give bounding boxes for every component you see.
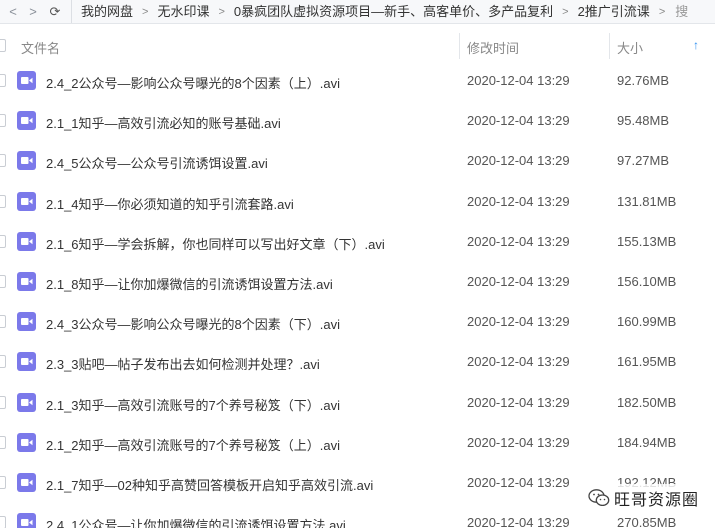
file-name[interactable]: 2.1_7知乎—02种知乎高赞回答模板开启知乎高效引流.avi (46, 475, 373, 494)
file-modified-time: 2020-12-04 13:29 (467, 394, 570, 410)
video-file-icon (17, 231, 36, 251)
breadcrumb: 我的网盘 > 无水印课 >0暴疯团队虚拟资源项目—新手、高客单价、多产品复利 >2推广引… (72, 0, 665, 23)
file-size: 155.13MB (617, 233, 677, 249)
breadcrumb-item[interactable]: 我的网盘 (72, 0, 142, 23)
forward-arrow-icon[interactable]: > (23, 0, 43, 23)
navigation-bar: < > ⟳ 我的网盘 > 无水印课 >0暴疯团队虚拟资源项目—新手、高客单价、多产品复… (0, 0, 715, 24)
breadcrumb-item[interactable]: 2推广引流课 (569, 0, 659, 23)
video-file-icon (17, 392, 36, 412)
refresh-icon[interactable]: ⟳ (45, 0, 65, 23)
file-name[interactable]: 2.4_3公众号—影响公众号曝光的8个因素（下）.avi (46, 314, 340, 333)
row-checkbox[interactable] (0, 435, 6, 449)
file-name[interactable]: 2.1_1知乎—高效引流必知的账号基础.avi (46, 113, 281, 132)
file-size: 270.85MB (617, 515, 677, 528)
row-checkbox[interactable] (0, 114, 6, 128)
wechat-logo-icon (588, 489, 610, 507)
column-header-modified[interactable]: 修改时间 (467, 38, 519, 57)
file-name[interactable]: 2.1_4知乎—你必须知道的知乎引流套路.avi (46, 194, 294, 213)
row-checkbox[interactable] (0, 395, 6, 409)
video-file-icon (17, 472, 36, 492)
file-modified-time: 2020-12-04 13:29 (467, 434, 570, 450)
breadcrumb-overflow-text: 搜 (675, 3, 689, 19)
file-row[interactable]: 2.4_3公众号—影响公众号曝光的8个因素（下）.avi 2020-12-04 1… (0, 302, 715, 342)
file-size: 184.94MB (617, 434, 677, 450)
column-header-name[interactable]: 文件名 (21, 38, 60, 57)
breadcrumb-item[interactable]: 0暴疯团队虚拟资源项目—新手、高客单价、多产品复利 (225, 0, 562, 23)
row-checkbox[interactable] (0, 154, 6, 168)
file-modified-time: 2020-12-04 13:29 (467, 515, 570, 528)
file-modified-time: 2020-12-04 13:29 (467, 113, 570, 129)
sort-ascending-icon[interactable]: ↑ (693, 38, 699, 52)
file-size: 182.50MB (617, 394, 677, 410)
file-list: 2.4_2公众号—影响公众号曝光的8个因素（上）.avi 2020-12-04 1… (0, 61, 715, 528)
row-checkbox[interactable] (0, 355, 6, 369)
file-row[interactable]: 2.4_2公众号—影响公众号曝光的8个因素（上）.avi 2020-12-04 1… (0, 61, 715, 101)
row-checkbox[interactable] (0, 315, 6, 329)
file-name[interactable]: 2.1_8知乎—让你加爆微信的引流诱饵设置方法.avi (46, 274, 333, 293)
column-divider[interactable] (609, 33, 610, 59)
file-row[interactable]: 2.1_4知乎—你必须知道的知乎引流套路.avi 2020-12-04 13:29… (0, 182, 715, 222)
file-name[interactable]: 2.4_2公众号—影响公众号曝光的8个因素（上）.avi (46, 73, 340, 92)
file-modified-time: 2020-12-04 13:29 (467, 73, 570, 88)
row-checkbox[interactable] (0, 74, 6, 87)
video-file-icon (17, 312, 36, 332)
file-name[interactable]: 2.4_1公众号—让你加爆微信的引流诱饵设置方法.avi (46, 515, 346, 528)
file-size: 131.81MB (617, 193, 677, 209)
file-row[interactable]: 2.1_1知乎—高效引流必知的账号基础.avi 2020-12-04 13:29 9… (0, 101, 715, 141)
file-size: 95.48MB (617, 113, 670, 129)
video-file-icon (17, 513, 36, 528)
file-name[interactable]: 2.4_5公众号—公众号引流诱饵设置.avi (46, 153, 268, 172)
back-arrow-icon[interactable]: < (3, 0, 23, 23)
watermark: 旺哥资源圈 (584, 484, 704, 512)
file-size: 160.99MB (617, 314, 677, 330)
file-modified-time: 2020-12-04 13:29 (467, 233, 570, 249)
file-name[interactable]: 2.3_3贴吧—帖子发布出去如何检测并处理？.avi (46, 354, 320, 373)
file-row[interactable]: 2.4_5公众号—公众号引流诱饵设置.avi 2020-12-04 13:29 97… (0, 141, 715, 181)
file-modified-time: 2020-12-04 13:29 (467, 193, 570, 209)
file-size: 156.10MB (617, 273, 677, 289)
column-header-size[interactable]: 大小 (617, 38, 643, 57)
column-header: 文件名 修改时间 大小 ↑ (0, 31, 715, 61)
select-all-checkbox[interactable] (0, 39, 6, 52)
video-file-icon (17, 71, 36, 90)
file-size: 97.27MB (617, 153, 670, 169)
file-modified-time: 2020-12-04 13:29 (467, 153, 570, 169)
file-row[interactable]: 2.1_2知乎—高效引流账号的7个养号秘笈（上）.avi 2020-12-04 1… (0, 423, 715, 463)
file-row[interactable]: 2.1_3知乎—高效引流账号的7个养号秘笈（下）.avi 2020-12-04 1… (0, 383, 715, 423)
file-name[interactable]: 2.1_6知乎—学会拆解，你也同样可以写出好文章（下）.avi (46, 234, 385, 253)
file-row[interactable]: 2.1_6知乎—学会拆解，你也同样可以写出好文章（下）.avi 2020-12-0… (0, 222, 715, 262)
video-file-icon (17, 432, 36, 452)
row-checkbox[interactable] (0, 475, 6, 489)
file-row[interactable]: 2.1_8知乎—让你加爆微信的引流诱饵设置方法.avi 2020-12-04 13… (0, 262, 715, 302)
file-name[interactable]: 2.1_2知乎—高效引流账号的7个养号秘笈（上）.avi (46, 435, 340, 454)
row-checkbox[interactable] (0, 234, 6, 248)
file-size: 92.76MB (617, 73, 670, 88)
row-checkbox[interactable] (0, 274, 6, 288)
file-modified-time: 2020-12-04 13:29 (467, 314, 570, 330)
video-file-icon (17, 271, 36, 291)
file-modified-time: 2020-12-04 13:29 (467, 354, 570, 370)
file-modified-time: 2020-12-04 13:29 (467, 273, 570, 289)
watermark-text: 旺哥资源圈 (614, 492, 700, 509)
file-modified-time: 2020-12-04 13:29 (467, 474, 570, 490)
video-file-icon (17, 151, 36, 171)
file-size: 161.95MB (617, 354, 677, 370)
video-file-icon (17, 191, 36, 211)
video-file-icon (17, 111, 36, 131)
row-checkbox[interactable] (0, 194, 6, 208)
video-file-icon (17, 352, 36, 372)
file-row[interactable]: 2.3_3贴吧—帖子发布出去如何检测并处理？.avi 2020-12-04 13:… (0, 342, 715, 382)
breadcrumb-item[interactable]: 无水印课 (148, 0, 218, 23)
row-checkbox[interactable] (0, 516, 6, 528)
column-divider[interactable] (459, 33, 460, 59)
file-name[interactable]: 2.1_3知乎—高效引流账号的7个养号秘笈（下）.avi (46, 395, 340, 414)
